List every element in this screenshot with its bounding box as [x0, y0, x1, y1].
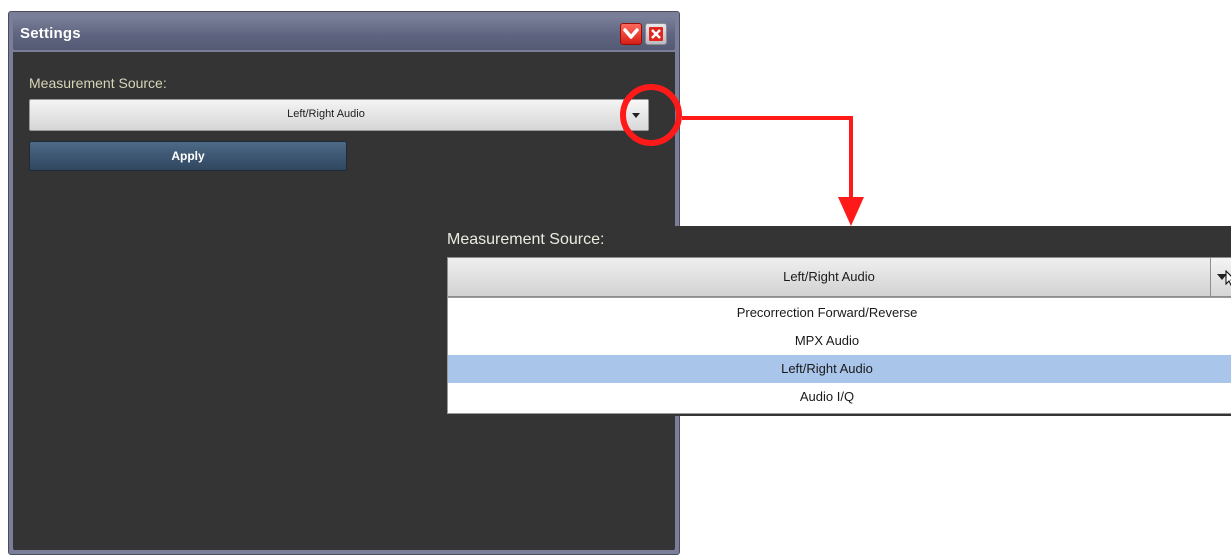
close-icon: [649, 27, 663, 41]
option-mpx-audio[interactable]: MPX Audio: [448, 327, 1231, 355]
arrow-head: [838, 197, 864, 226]
measurement-source-value: Left/Right Audio: [287, 108, 365, 120]
option-left-right-audio[interactable]: Left/Right Audio: [448, 355, 1231, 383]
dropdown-arrow-button-zoomed[interactable]: [1210, 258, 1231, 296]
panel-header: Settings: [13, 16, 675, 50]
screenshot-stage: Settings Measurement Source: Left/Right …: [0, 0, 1231, 559]
option-precorrection-forward-reverse[interactable]: Precorrection Forward/Reverse: [448, 299, 1231, 327]
zoomed-dropdown-inset: Measurement Source: Left/Right Audio Pre…: [430, 226, 1231, 416]
dropdown-options-list: Precorrection Forward/Reverse MPX Audio …: [447, 297, 1231, 414]
measurement-source-value-zoomed: Left/Right Audio: [783, 269, 875, 284]
mouse-pointer-icon: [1225, 270, 1231, 287]
chevron-down-icon: [623, 28, 639, 39]
measurement-source-label: Measurement Source:: [29, 75, 167, 91]
option-audio-iq[interactable]: Audio I/Q: [448, 383, 1231, 411]
measurement-source-select-zoomed[interactable]: Left/Right Audio: [447, 257, 1231, 297]
callout-circle: [620, 84, 682, 146]
measurement-source-select[interactable]: Left/Right Audio: [29, 99, 649, 131]
panel-title: Settings: [20, 25, 81, 42]
close-button[interactable]: [645, 23, 667, 45]
collapse-button[interactable]: [620, 23, 642, 45]
measurement-source-label-zoomed: Measurement Source:: [447, 231, 605, 248]
apply-button[interactable]: Apply: [29, 141, 347, 171]
